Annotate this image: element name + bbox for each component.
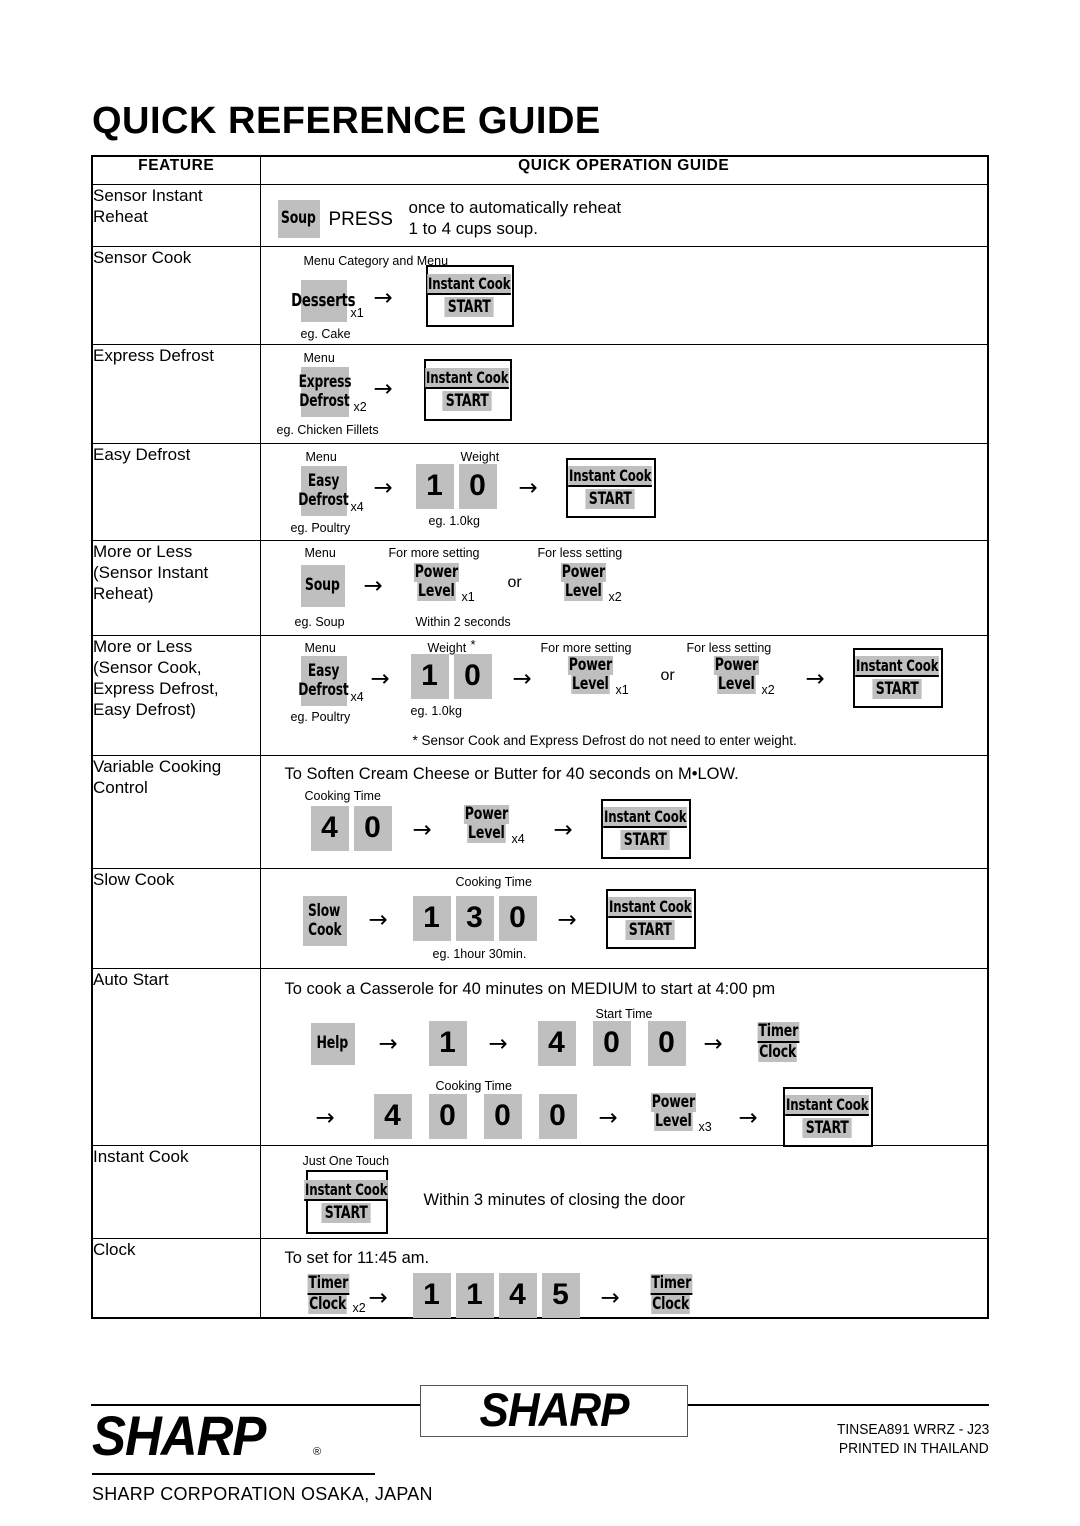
footer-rule-under-logo xyxy=(92,1473,375,1475)
page-footer: SHARP ® SHARP CORPORATION OSAKA, JAPAN S… xyxy=(0,0,1080,1526)
printed-in: PRINTED IN THAILAND xyxy=(839,1441,989,1457)
registered-mark-icon: ® xyxy=(313,1446,322,1458)
sharp-logo-boxed: SHARP xyxy=(420,1385,688,1437)
corporation-line: SHARP CORPORATION OSAKA, JAPAN xyxy=(92,1483,433,1504)
quick-reference-guide-page: QUICK REFERENCE GUIDE FEATURE QUICK OPER… xyxy=(0,0,1080,1526)
sharp-logo: SHARP xyxy=(92,1404,266,1468)
product-code: TINSEA891 WRRZ - J23 xyxy=(836,1422,989,1438)
sharp-logo-boxed-text: SHARP xyxy=(479,1384,629,1437)
